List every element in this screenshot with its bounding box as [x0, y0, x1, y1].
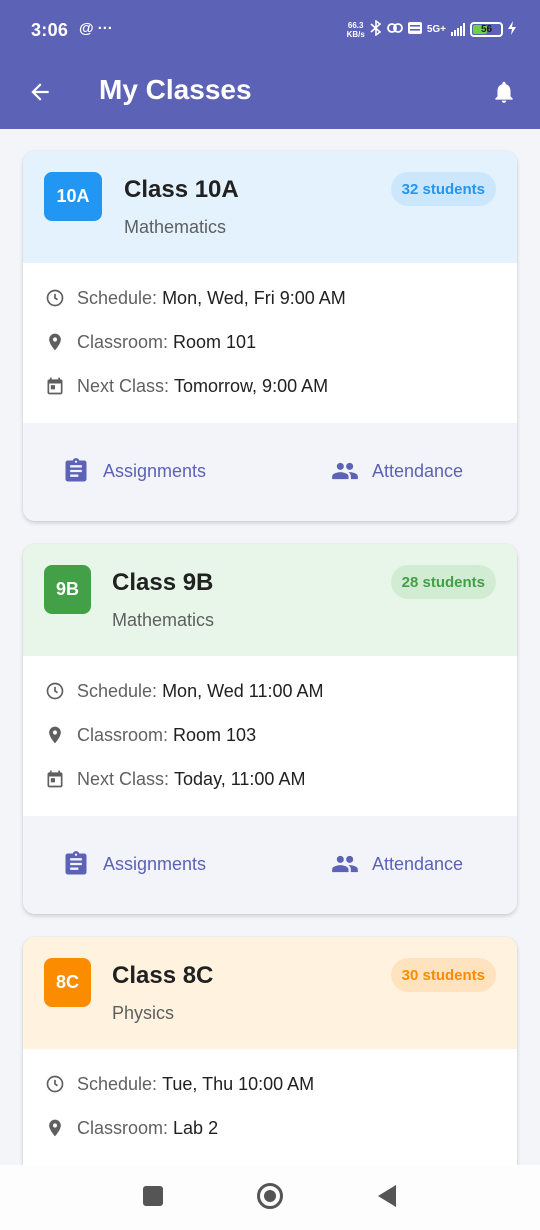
- class-badge: 8C: [44, 958, 91, 1007]
- assignments-button[interactable]: Assignments: [61, 457, 206, 485]
- classroom-label: Classroom:: [77, 724, 169, 745]
- class-card[interactable]: 9B Class 9B Mathematics 28 students Sche…: [23, 544, 517, 914]
- class-info: Schedule: Mon, Wed 11:00 AM Classroom: R…: [23, 656, 517, 816]
- class-actions: Assignments Attendance: [23, 423, 517, 521]
- clipboard-icon: [61, 457, 91, 485]
- schedule-value: Tue, Thu 10:00 AM: [162, 1073, 315, 1094]
- attendance-button[interactable]: Attendance: [330, 850, 463, 878]
- class-name: Class 9B: [112, 569, 214, 596]
- notification-icons: @ ···: [79, 20, 113, 37]
- class-list[interactable]: 10A Class 10A Mathematics 32 students Sc…: [0, 129, 540, 1165]
- bell-icon: [491, 79, 517, 110]
- schedule-value: Mon, Wed 11:00 AM: [162, 680, 324, 701]
- class-card-header[interactable]: 8C Class 8C Physics 30 students: [23, 937, 517, 1049]
- class-card-header[interactable]: 9B Class 9B Mathematics 28 students: [23, 544, 517, 656]
- assignments-label: Assignments: [103, 853, 207, 874]
- schedule-row: Schedule: Mon, Wed, Fri 9:00 AM: [45, 287, 346, 309]
- classroom-row: Classroom: Room 101: [45, 331, 256, 353]
- classroom-value: Room 101: [173, 331, 257, 352]
- attendance-label: Attendance: [372, 460, 464, 481]
- battery-level: 56: [480, 24, 493, 35]
- status-right-icons: 66.3 KB/s 5G+ 56: [347, 19, 516, 39]
- nav-back-button[interactable]: [372, 1183, 402, 1213]
- classroom-value: Lab 2: [173, 1117, 219, 1138]
- class-card-header[interactable]: 10A Class 10A Mathematics 32 students: [23, 151, 517, 263]
- class-name: Class 8C: [112, 962, 214, 989]
- system-nav-bar: [0, 1165, 540, 1230]
- square-icon: [143, 1185, 163, 1211]
- location-pin-icon: [45, 1118, 65, 1138]
- app-bar: My Classes: [0, 62, 540, 129]
- next-class-value: Tomorrow, 9:00 AM: [174, 375, 329, 396]
- circle-home-icon: [256, 1182, 284, 1215]
- next-class-value: Today, 11:00 AM: [174, 768, 306, 789]
- assignments-button[interactable]: Assignments: [61, 850, 206, 878]
- students-badge: 30 students: [390, 958, 496, 992]
- class-card[interactable]: 8C Class 8C Physics 30 students Schedule…: [23, 937, 517, 1165]
- class-subject: Physics: [112, 1003, 175, 1023]
- classroom-label: Classroom:: [77, 331, 169, 352]
- classroom-value: Room 103: [173, 724, 257, 745]
- schedule-label: Schedule:: [77, 1073, 158, 1094]
- home-button[interactable]: [255, 1182, 285, 1215]
- class-card[interactable]: 10A Class 10A Mathematics 32 students Sc…: [23, 151, 517, 521]
- battery-icon: 56: [470, 22, 503, 37]
- net-speed-value: 66.3: [347, 20, 364, 30]
- class-subject: Mathematics: [112, 610, 215, 630]
- page-title: My Classes: [99, 74, 252, 105]
- classroom-row: Classroom: Room 103: [45, 724, 256, 746]
- net-speed: 66.3 KB/s: [347, 21, 365, 39]
- next-class-row: Next Class: Tomorrow, 9:00 AM: [45, 375, 328, 397]
- calendar-icon: [45, 376, 65, 396]
- class-name: Class 10A: [124, 176, 239, 203]
- link-icon: [386, 21, 403, 38]
- class-info: Schedule: Tue, Thu 10:00 AM Classroom: L…: [23, 1049, 517, 1165]
- notifications-button[interactable]: [484, 74, 524, 114]
- schedule-row: Schedule: Mon, Wed 11:00 AM: [45, 680, 323, 702]
- class-subject: Mathematics: [124, 217, 227, 237]
- volte-icon: [407, 22, 422, 37]
- clock-icon: [45, 1074, 65, 1094]
- schedule-row: Schedule: Tue, Thu 10:00 AM: [45, 1073, 314, 1095]
- class-badge: 9B: [44, 565, 91, 614]
- clock-icon: [45, 288, 65, 308]
- next-class-label: Next Class:: [77, 768, 170, 789]
- status-bar: 3:06 @ ··· 66.3 KB/s 5G+ 56: [0, 0, 540, 62]
- attendance-label: Attendance: [372, 853, 464, 874]
- clipboard-icon: [61, 850, 91, 878]
- people-icon: [330, 457, 360, 485]
- calendar-icon: [45, 769, 65, 789]
- classroom-label: Classroom:: [77, 1117, 169, 1138]
- schedule-label: Schedule:: [77, 680, 158, 701]
- schedule-label: Schedule:: [77, 287, 158, 308]
- next-class-row: Next Class: Today, 11:00 AM: [45, 768, 305, 790]
- network-type: 5G+: [426, 24, 446, 35]
- class-info: Schedule: Mon, Wed, Fri 9:00 AM Classroo…: [23, 263, 517, 423]
- net-speed-unit: KB/s: [346, 29, 365, 39]
- location-pin-icon: [45, 332, 65, 352]
- students-badge: 28 students: [390, 565, 496, 599]
- charging-icon: [508, 21, 516, 38]
- classroom-row: Classroom: Lab 2: [45, 1117, 218, 1139]
- status-time: 3:06: [31, 20, 69, 40]
- signal-icon: [451, 23, 465, 36]
- assignments-label: Assignments: [103, 460, 207, 481]
- bluetooth-icon: [370, 19, 382, 39]
- next-class-label: Next Class:: [77, 375, 170, 396]
- class-badge: 10A: [44, 172, 102, 221]
- attendance-button[interactable]: Attendance: [330, 457, 463, 485]
- schedule-value: Mon, Wed, Fri 9:00 AM: [162, 287, 346, 308]
- triangle-back-icon: [376, 1184, 398, 1213]
- clock-icon: [45, 681, 65, 701]
- arrow-left-icon: [27, 79, 53, 110]
- class-actions: Assignments Attendance: [23, 816, 517, 914]
- recents-button[interactable]: [138, 1183, 168, 1213]
- back-button[interactable]: [20, 74, 60, 114]
- students-badge: 32 students: [390, 172, 496, 206]
- location-pin-icon: [45, 725, 65, 745]
- people-icon: [330, 850, 360, 878]
